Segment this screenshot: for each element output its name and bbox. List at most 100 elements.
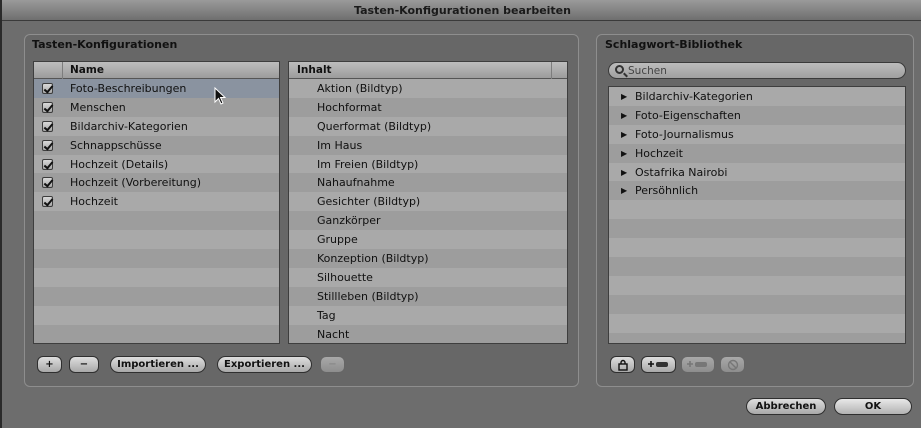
config-name: Hochzeit (Details) (70, 157, 169, 171)
disclosure-triangle-icon[interactable]: ▶ (621, 106, 627, 125)
config-name: Schnappschüsse (70, 138, 162, 152)
content-row[interactable]: Tag (289, 305, 567, 325)
search-icon (615, 65, 624, 74)
content-row[interactable]: Stillleben (Bildtyp) (289, 286, 567, 306)
delete-keyword-button[interactable] (720, 356, 745, 373)
content-item: Silhouette (317, 270, 373, 284)
config-row[interactable]: Hochzeit (Vorbereitung) (34, 173, 279, 193)
disclosure-triangle-icon[interactable]: ▶ (621, 125, 627, 144)
name-column-header[interactable]: Name (70, 62, 104, 78)
content-item: Im Haus (317, 138, 363, 152)
keyword-label: Ostafrika Nairobi (635, 165, 728, 179)
content-row[interactable]: Gruppe (289, 230, 567, 250)
disclosure-triangle-icon[interactable]: ▶ (621, 144, 627, 163)
export-button[interactable]: Exportieren ... (217, 356, 312, 373)
cancel-button[interactable]: Abbrechen (746, 398, 826, 415)
content-row[interactable]: Im Freien (Bildtyp) (289, 154, 567, 174)
keyword-library-title: Schlagwort-Bibliothek (605, 38, 743, 51)
content-item: Im Freien (Bildtyp) (317, 157, 419, 171)
add-config-button[interactable]: + (37, 356, 62, 373)
config-checkbox[interactable] (42, 139, 53, 151)
content-row[interactable]: Nacht (289, 324, 567, 343)
disclosure-triangle-icon[interactable]: ▶ (621, 181, 627, 200)
content-item: Gruppe (317, 233, 358, 247)
content-rows: Aktion (Bildtyp) Hochformat Querformat (Bi… (289, 79, 567, 343)
mouse-cursor-icon (214, 87, 227, 105)
content-item: Konzeption (Bildtyp) (317, 252, 429, 266)
empty-row (609, 219, 905, 239)
keyword-label: Foto-Journalismus (635, 127, 734, 141)
search-placeholder: Suchen (628, 65, 667, 77)
content-item: Hochformat (317, 100, 382, 114)
empty-row (609, 294, 905, 314)
keyword-list[interactable]: ▶ Bildarchiv-Kategorien ▶ Foto-Eigenschafte… (608, 86, 906, 344)
config-row[interactable]: Foto-Beschreibungen (34, 79, 279, 98)
config-row[interactable]: Hochzeit (Details) (34, 154, 279, 174)
import-button[interactable]: Importieren ... (110, 356, 206, 373)
content-column-header[interactable]: Inhalt (297, 62, 332, 78)
config-checkbox[interactable] (42, 83, 53, 94)
disclosure-triangle-icon[interactable]: ▶ (621, 87, 627, 106)
config-checkbox[interactable] (42, 101, 53, 113)
content-row[interactable]: Hochformat (289, 97, 567, 117)
search-field[interactable]: Suchen (608, 62, 906, 79)
content-item: Stillleben (Bildtyp) (317, 289, 419, 303)
content-table[interactable]: Inhalt Aktion (Bildtyp) Hochformat Querfor… (288, 61, 568, 344)
config-row[interactable]: Schnappschüsse (34, 135, 279, 155)
content-row[interactable]: Nahaufnahme (289, 173, 567, 193)
config-table-header: Name (34, 62, 279, 79)
empty-row (34, 267, 279, 287)
config-row[interactable]: Menschen (34, 97, 279, 117)
config-name: Hochzeit (70, 195, 118, 209)
content-row[interactable]: Aktion (Bildtyp) (289, 79, 567, 98)
config-checkbox[interactable] (42, 196, 53, 208)
empty-row (34, 324, 279, 343)
add-keyword-icon (647, 361, 668, 367)
config-checkbox[interactable] (42, 158, 53, 170)
empty-row (34, 230, 279, 250)
add-subkeyword-button[interactable] (681, 356, 715, 373)
keyword-row[interactable]: ▶ Hochzeit (609, 143, 905, 163)
empty-row (34, 305, 279, 325)
empty-row (609, 257, 905, 276)
empty-row (609, 238, 905, 258)
config-checkbox[interactable] (42, 120, 53, 132)
empty-row (34, 249, 279, 268)
content-item: Nacht (317, 327, 350, 341)
keyword-row[interactable]: ▶ Persöhnlich (609, 181, 905, 201)
add-keyword-button[interactable] (641, 356, 676, 373)
content-row[interactable]: Gesichter (Bildtyp) (289, 192, 567, 212)
keyword-row[interactable]: ▶ Foto-Journalismus (609, 124, 905, 144)
content-item: Aktion (Bildtyp) (317, 82, 403, 95)
keyword-row[interactable]: ▶ Bildarchiv-Kategorien (609, 87, 905, 106)
configurations-title: Tasten-Konfigurationen (32, 38, 178, 51)
content-row[interactable]: Querformat (Bildtyp) (289, 116, 567, 136)
content-row[interactable]: Silhouette (289, 267, 567, 287)
content-row[interactable]: Im Haus (289, 135, 567, 155)
config-name: Bildarchiv-Kategorien (70, 119, 188, 133)
dialog-window: Tasten-Konfigurationen bearbeiten Tasten… (0, 0, 921, 428)
config-checkbox[interactable] (42, 177, 53, 189)
remove-content-button[interactable]: − (320, 356, 345, 373)
empty-row (609, 275, 905, 295)
content-item: Nahaufnahme (317, 176, 395, 190)
config-name: Foto-Beschreibungen (70, 82, 187, 95)
disclosure-triangle-icon[interactable]: ▶ (621, 163, 627, 182)
keyword-row[interactable]: ▶ Ostafrika Nairobi (609, 162, 905, 182)
content-row[interactable]: Ganzkörper (289, 211, 567, 231)
lock-button[interactable] (610, 356, 635, 373)
keyword-rows: ▶ Bildarchiv-Kategorien ▶ Foto-Eigenschafte… (609, 87, 905, 343)
config-table[interactable]: Name Foto-Beschreibungen Menschen Bildarch… (33, 61, 280, 344)
content-item: Querformat (Bildtyp) (317, 119, 432, 133)
content-row[interactable]: Konzeption (Bildtyp) (289, 249, 567, 268)
ok-button[interactable]: OK (834, 398, 912, 415)
empty-row (609, 200, 905, 220)
keyword-label: Bildarchiv-Kategorien (635, 90, 753, 103)
config-row[interactable]: Bildarchiv-Kategorien (34, 116, 279, 136)
empty-row (34, 211, 279, 231)
remove-config-button[interactable]: − (69, 356, 99, 373)
keyword-label: Persöhnlich (635, 184, 699, 198)
keyword-row[interactable]: ▶ Foto-Eigenschaften (609, 105, 905, 125)
keyword-label: Hochzeit (635, 146, 683, 160)
config-row[interactable]: Hochzeit (34, 192, 279, 212)
